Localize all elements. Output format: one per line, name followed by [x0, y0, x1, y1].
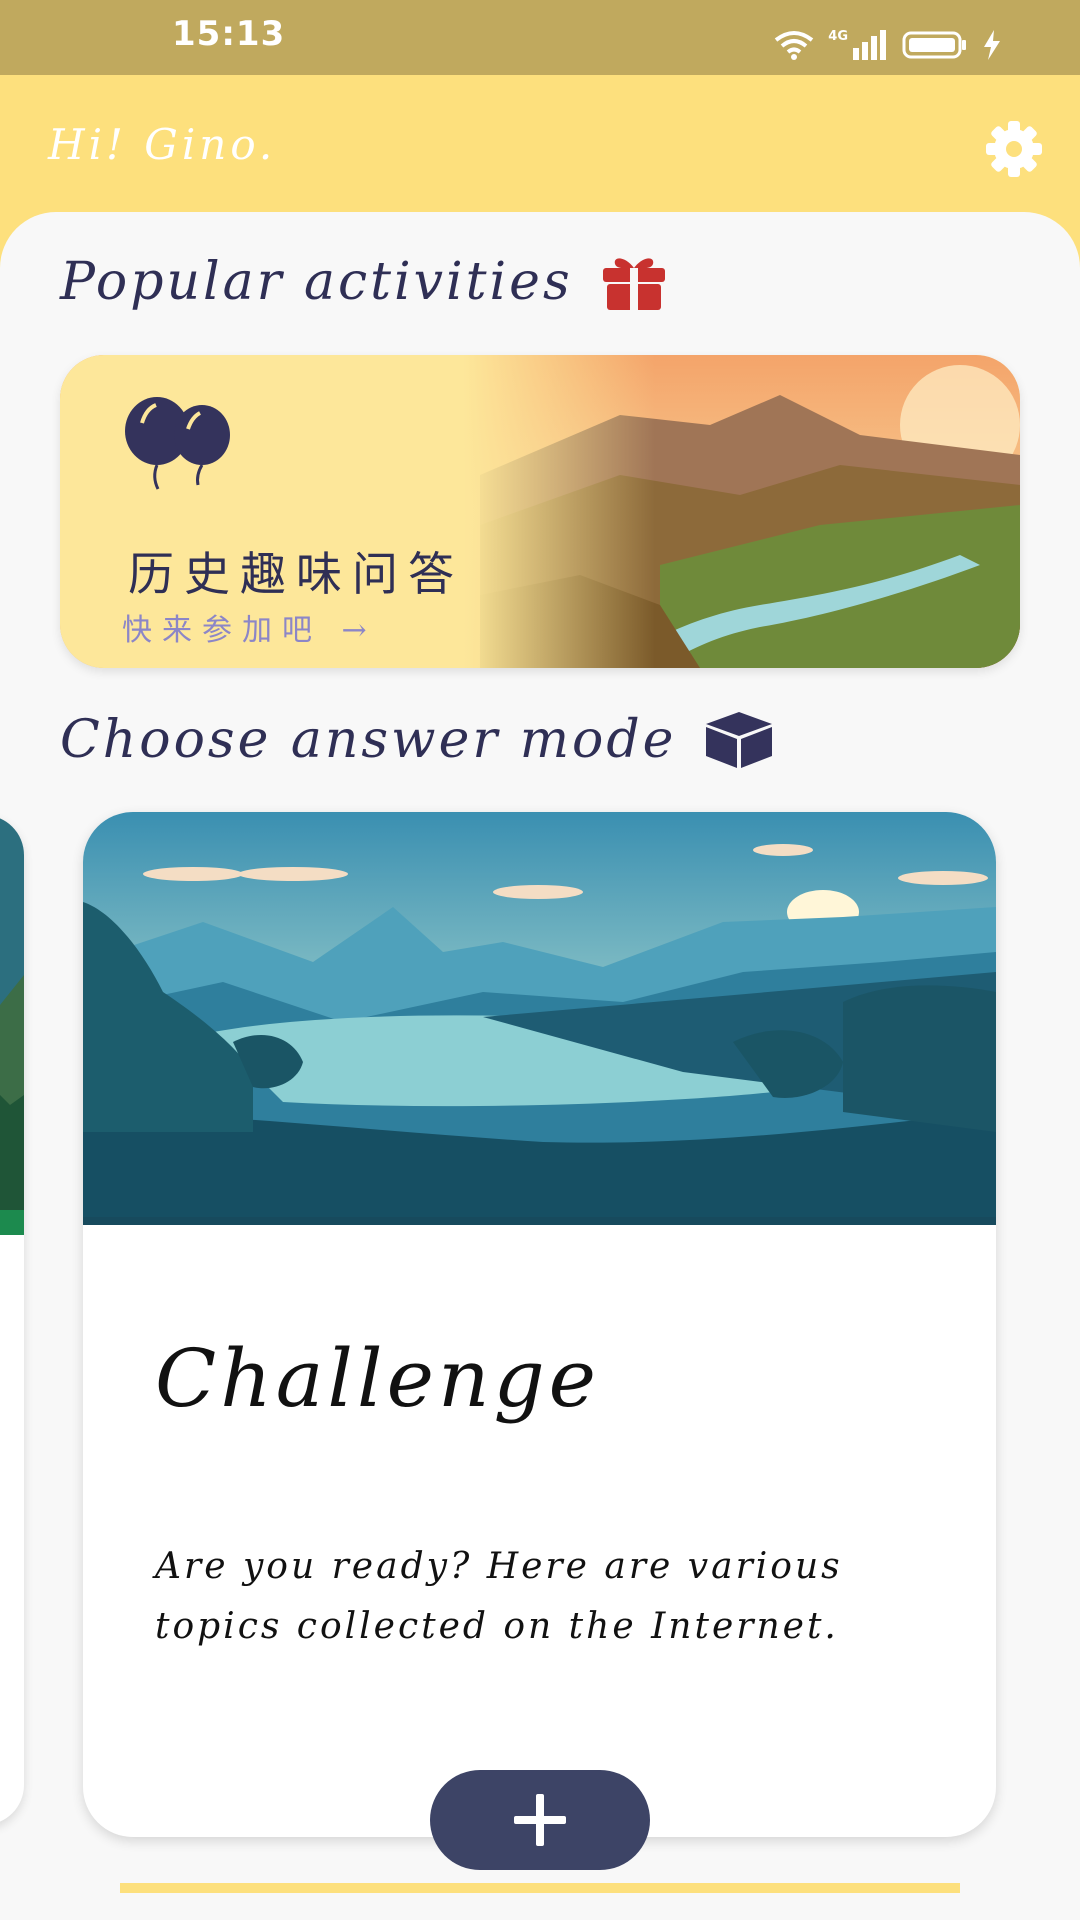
wifi-icon [775, 31, 814, 60]
activity-title: 历史趣味问答 [128, 547, 464, 601]
popular-title: Popular activities [60, 252, 573, 312]
status-time: 15:13 [172, 14, 286, 54]
modes-section-header: Choose answer mode [60, 710, 774, 770]
modes-title: Choose answer mode [60, 710, 677, 770]
signal-icon [853, 30, 886, 60]
mode-title: Challenge [155, 1332, 601, 1425]
popular-section-header: Popular activities [60, 252, 667, 312]
gift-icon [602, 258, 665, 310]
cube-icon [706, 712, 773, 768]
previous-mode-image [0, 815, 24, 1235]
gear-icon[interactable] [984, 119, 1044, 179]
mode-card-challenge[interactable]: Challenge Are you ready? Here are variou… [83, 812, 996, 1837]
status-icons: 4G [774, 28, 1002, 62]
mode-description: Are you ready? Here are various topics c… [155, 1546, 843, 1647]
battery-icon [902, 31, 966, 59]
charging-icon [984, 30, 1000, 60]
greeting-text: Hi! Gino. [48, 120, 277, 169]
bottom-indicator-line [120, 1883, 960, 1893]
activity-join-link[interactable]: 快来参加吧 → [122, 605, 377, 649]
status-bar: 15:13 4G [0, 0, 1080, 75]
balloons-icon [125, 397, 230, 490]
plus-icon [514, 1794, 566, 1846]
activity-card[interactable]: 历史趣味问答 快来参加吧 → [60, 355, 1020, 668]
network-type: 4G [828, 28, 848, 44]
challenge-landscape-image [83, 812, 996, 1225]
previous-mode-card[interactable] [0, 815, 24, 1825]
add-button[interactable] [430, 1770, 650, 1870]
